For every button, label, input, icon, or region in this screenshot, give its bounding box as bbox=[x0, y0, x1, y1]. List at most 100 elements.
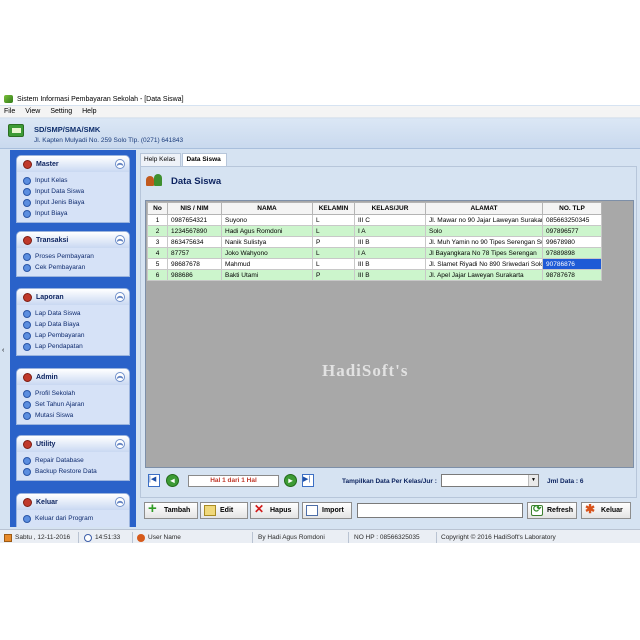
sidebar-group-title: Laporan bbox=[36, 293, 64, 301]
sidebar-group-title: Transaksi bbox=[36, 236, 69, 244]
sidebar-item-lap-pendapatan[interactable]: Lap Pendapatan bbox=[23, 341, 129, 352]
collapse-chevron-icon[interactable]: ︽ bbox=[115, 439, 125, 449]
table-row[interactable]: 1 0987654321 Suyono L III C Jl. Mawar no… bbox=[147, 214, 602, 226]
edit-button[interactable]: Edit bbox=[200, 502, 248, 519]
sidebar-item-input-data-siswa[interactable]: Input Data Siswa bbox=[23, 186, 129, 197]
app-icon bbox=[4, 95, 13, 103]
cell-no-tlp: 98787678 bbox=[542, 269, 602, 281]
keluar-label: Keluar bbox=[601, 507, 623, 514]
tab-help-kelas[interactable]: Help Kelas bbox=[140, 153, 182, 166]
hapus-button[interactable]: Hapus bbox=[250, 502, 299, 519]
collapse-chevron-icon[interactable]: ︽ bbox=[115, 235, 125, 245]
cell-nama: Suyono bbox=[221, 214, 313, 226]
cell-alamat: Jl. Apel Jajar Laweyan Surakarta bbox=[425, 269, 543, 281]
next-page-icon[interactable]: ▸ bbox=[284, 474, 297, 487]
sidebar-item-label: Backup Restore Data bbox=[35, 468, 97, 475]
sidebar-group-header[interactable]: Admin ︽ bbox=[17, 369, 129, 385]
sidebar-item-label: Lap Pembayaran bbox=[35, 332, 85, 339]
menu-view[interactable]: View bbox=[25, 108, 40, 115]
menu-setting[interactable]: Setting bbox=[50, 108, 72, 115]
collapse-sidebar-arrow-icon[interactable]: ‹ bbox=[2, 347, 4, 354]
cell-nis: 863475634 bbox=[167, 236, 222, 248]
data-grid[interactable]: No NIS / NIM NAMA KELAMIN KELAS/JUR ALAM… bbox=[145, 200, 634, 468]
sidebar-item-lap-pembayaran[interactable]: Lap Pembayaran bbox=[23, 330, 129, 341]
sidebar-item-profil-sekolah[interactable]: Profil Sekolah bbox=[23, 388, 129, 399]
data-siswa-panel: Data Siswa No NIS / NIM NAMA KELAMIN KEL… bbox=[140, 166, 637, 498]
sidebar-item-set-tahun-ajaran[interactable]: Set Tahun Ajaran bbox=[23, 399, 129, 410]
students-icon bbox=[146, 174, 163, 187]
cell-alamat: Jl. Slamet Riyadi No 890 Sriwedari Solo bbox=[425, 258, 543, 270]
utility-icon bbox=[23, 439, 32, 449]
collapse-chevron-icon[interactable]: ︽ bbox=[115, 159, 125, 169]
column-header-alamat[interactable]: ALAMAT bbox=[425, 202, 543, 215]
collapse-chevron-icon[interactable]: ︽ bbox=[115, 372, 125, 382]
sidebar-item-input-kelas[interactable]: Input Kelas bbox=[23, 175, 129, 186]
sidebar-item-lap-data-biaya[interactable]: Lap Data Biaya bbox=[23, 319, 129, 330]
sidebar-item-proses-pembayaran[interactable]: Proses Pembayaran bbox=[23, 251, 129, 262]
sidebar-group-header[interactable]: Keluar ︽ bbox=[17, 494, 129, 510]
class-filter-select[interactable]: ▼ bbox=[441, 474, 539, 487]
collapse-chevron-icon[interactable]: ︽ bbox=[115, 497, 125, 507]
admin-icon bbox=[23, 372, 32, 382]
panel-header: Data Siswa bbox=[141, 167, 638, 195]
sidebar-item-backup-restore-data[interactable]: Backup Restore Data bbox=[23, 466, 129, 477]
tambah-button[interactable]: Tambah bbox=[144, 500, 198, 519]
item-icon bbox=[23, 342, 31, 351]
menu-file[interactable]: File bbox=[4, 108, 15, 115]
table-row[interactable]: 2 1234567890 Hadi Agus Romdoni L I A Sol… bbox=[147, 225, 602, 237]
sidebar-group-header[interactable]: Laporan ︽ bbox=[17, 289, 129, 305]
column-header-kelas[interactable]: KELAS/JUR bbox=[354, 202, 426, 215]
column-header-no-tlp[interactable]: NO. TLP bbox=[542, 202, 602, 215]
sidebar-item-label: Lap Data Siswa bbox=[35, 310, 81, 317]
sidebar-item-lap-data-siswa[interactable]: Lap Data Siswa bbox=[23, 308, 129, 319]
keluar-button[interactable]: Keluar bbox=[581, 502, 631, 519]
menu-help[interactable]: Help bbox=[82, 108, 96, 115]
item-icon bbox=[23, 176, 31, 185]
table-row[interactable]: 5 98687678 Mahmud L III B Jl. Slamet Riy… bbox=[147, 258, 602, 270]
column-header-no[interactable]: No bbox=[147, 202, 168, 215]
sidebar-item-input-biaya[interactable]: Input Biaya bbox=[23, 208, 129, 219]
table-row[interactable]: 3 863475634 Nanik Sulistya P III B Jl. M… bbox=[147, 236, 602, 248]
cell-no-tlp-selected[interactable]: 90786876 bbox=[542, 258, 602, 270]
sidebar-item-input-jenis-biaya[interactable]: Input Jenis Biaya bbox=[23, 197, 129, 208]
search-input[interactable] bbox=[357, 503, 523, 518]
panel-title: Data Siswa bbox=[171, 176, 222, 187]
cell-no-tlp: 97889898 bbox=[542, 247, 602, 259]
column-header-nis[interactable]: NIS / NIM bbox=[167, 202, 222, 215]
add-icon bbox=[148, 500, 160, 517]
refresh-button[interactable]: Refresh bbox=[527, 502, 577, 519]
cell-no-tlp: 085663250345 bbox=[542, 214, 602, 226]
cell-no-tlp: 097896577 bbox=[542, 225, 602, 237]
sidebar-group-title: Keluar bbox=[36, 498, 58, 506]
sidebar-group-header[interactable]: Transaksi ︽ bbox=[17, 232, 129, 248]
collapse-chevron-icon[interactable]: ︽ bbox=[115, 292, 125, 302]
sidebar-item-keluar-dari-program[interactable]: Keluar dari Program bbox=[23, 513, 129, 524]
item-icon bbox=[23, 209, 31, 218]
keluar-icon bbox=[23, 497, 32, 507]
item-icon bbox=[23, 263, 31, 272]
sidebar-group-header[interactable]: Utility ︽ bbox=[17, 436, 129, 452]
sidebar-item-cek-pembayaran[interactable]: Cek Pembayaran bbox=[23, 262, 129, 273]
sidebar-item-repair-database[interactable]: Repair Database bbox=[23, 455, 129, 466]
previous-page-icon[interactable]: ◂ bbox=[166, 474, 179, 487]
column-header-kelamin[interactable]: KELAMIN bbox=[312, 202, 355, 215]
title-bar: Sistem Informasi Pembayaran Sekolah - [D… bbox=[0, 93, 640, 105]
table-row[interactable]: 6 988686 Bakti Utami P III B Jl. Apel Ja… bbox=[147, 269, 602, 281]
cell-no: 3 bbox=[147, 236, 168, 248]
column-header-nama[interactable]: NAMA bbox=[221, 202, 313, 215]
sidebar-item-mutasi-siswa[interactable]: Mutasi Siswa bbox=[23, 410, 129, 421]
dropdown-arrow-icon[interactable]: ▼ bbox=[528, 475, 538, 486]
table-row[interactable]: 4 87757 Joko Wahyono L I A Jl Bayangkara… bbox=[147, 247, 602, 259]
item-icon bbox=[23, 389, 31, 398]
sidebar-item-label: Proses Pembayaran bbox=[35, 253, 94, 260]
action-toolbar: Tambah Edit Hapus Import Refresh Keluar bbox=[140, 500, 637, 522]
tab-data-siswa[interactable]: Data Siswa bbox=[182, 153, 227, 166]
time-text: 14:51:33 bbox=[95, 534, 121, 541]
first-page-icon[interactable] bbox=[148, 474, 160, 487]
last-page-icon[interactable] bbox=[302, 474, 314, 487]
sidebar-group-header[interactable]: Master ︽ bbox=[17, 156, 129, 172]
status-time: 14:51:33 bbox=[84, 532, 120, 543]
cell-kelas: III B bbox=[354, 236, 426, 248]
master-icon bbox=[23, 159, 32, 169]
import-button[interactable]: Import bbox=[302, 502, 352, 519]
